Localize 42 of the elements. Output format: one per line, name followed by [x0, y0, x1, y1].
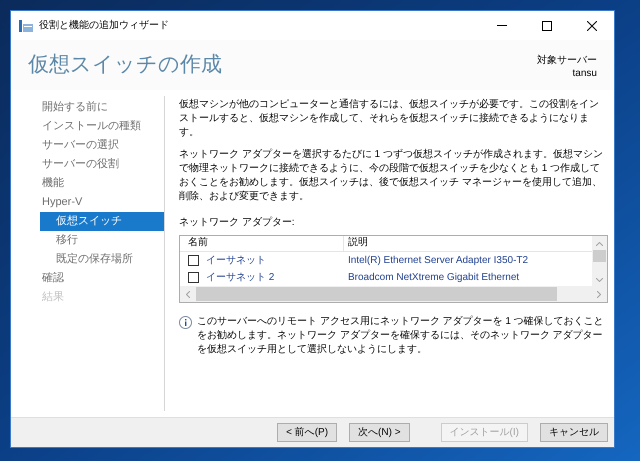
- description-text: ネットワーク アダプターを選択するたびに 1 つずつ仮想スイッチが作成されます。仮想マシンで物理ネットワークに接続できるように、今の段階で仮想スイッチを少なくとも 1 つ作成しておくことをお勧めします。仮想スイッチは、後で仮想スイッチ マネージャーを使用して追加、削除、および変更できます。: [179, 148, 604, 204]
- vertical-scrollbar[interactable]: [592, 236, 607, 286]
- nav-item[interactable]: 仮想スイッチ: [40, 212, 164, 231]
- target-server-label: 対象サーバー: [537, 54, 597, 67]
- nav-item[interactable]: 開始する前に: [40, 98, 164, 117]
- checkbox[interactable]: [188, 272, 199, 283]
- nav-item[interactable]: Hyper-V: [40, 193, 164, 212]
- scroll-thumb[interactable]: [593, 250, 606, 262]
- nav-item[interactable]: サーバーの役割: [40, 155, 164, 174]
- adapter-name: イーサネット 2: [206, 270, 274, 284]
- minimize-icon: [496, 25, 506, 26]
- info-text: このサーバーへのリモート アクセス用にネットワーク アダプターを 1 つ確保しておくことをお勧めします。ネットワーク アダプターを確保するには、そのネットワーク アダプターを仮想スイッチ用として選択しないようにします。: [197, 315, 605, 357]
- nav-item[interactable]: サーバーの選択: [40, 136, 164, 155]
- adapter-name: イーサネット: [206, 254, 266, 268]
- description-text: 仮想マシンが他のコンピューターと通信するには、仮想スイッチが必要です。この役割をインストールすると、仮想マシンを作成して、それらを仮想スイッチに接続できるようになります。: [179, 98, 600, 140]
- maximize-icon: [542, 20, 552, 30]
- window-title: 役割と機能の追加ウィザード: [39, 18, 169, 33]
- page-title: 仮想スイッチの作成: [28, 52, 222, 78]
- nav-item[interactable]: 移行: [40, 231, 164, 250]
- wizard-button[interactable]: キャンセル: [540, 423, 608, 442]
- checkbox[interactable]: [188, 255, 199, 266]
- scroll-right-icon: [597, 290, 601, 298]
- scroll-down-icon: [596, 278, 603, 282]
- scroll-left-icon: [186, 290, 190, 298]
- adapters-label: ネットワーク アダプター:: [179, 216, 296, 230]
- adapter-description: Broadcom NetXtreme Gigabit Ethernet: [347, 270, 520, 284]
- nav-item[interactable]: 確認: [40, 269, 164, 288]
- target-server-name: tansu: [572, 67, 597, 80]
- wizard-button[interactable]: 次へ(N) >: [349, 423, 410, 442]
- scroll-up-icon: [596, 242, 603, 246]
- nav-item[interactable]: インストールの種類: [40, 117, 164, 136]
- nav-item[interactable]: 既定の保存場所: [40, 250, 164, 269]
- wizard-button[interactable]: < 前へ(P): [277, 423, 338, 442]
- column-header[interactable]: 説明: [344, 236, 368, 251]
- column-header[interactable]: 名前: [180, 236, 344, 251]
- scroll-thumb[interactable]: [196, 287, 557, 301]
- horizontal-scrollbar[interactable]: [180, 286, 607, 302]
- info-icon: [179, 316, 192, 329]
- nav-item[interactable]: 機能: [40, 174, 164, 193]
- close-icon: [586, 20, 596, 30]
- adapter-description: Intel(R) Ethernet Server Adapter I350-T2: [347, 254, 528, 268]
- server-app-icon: [19, 20, 33, 32]
